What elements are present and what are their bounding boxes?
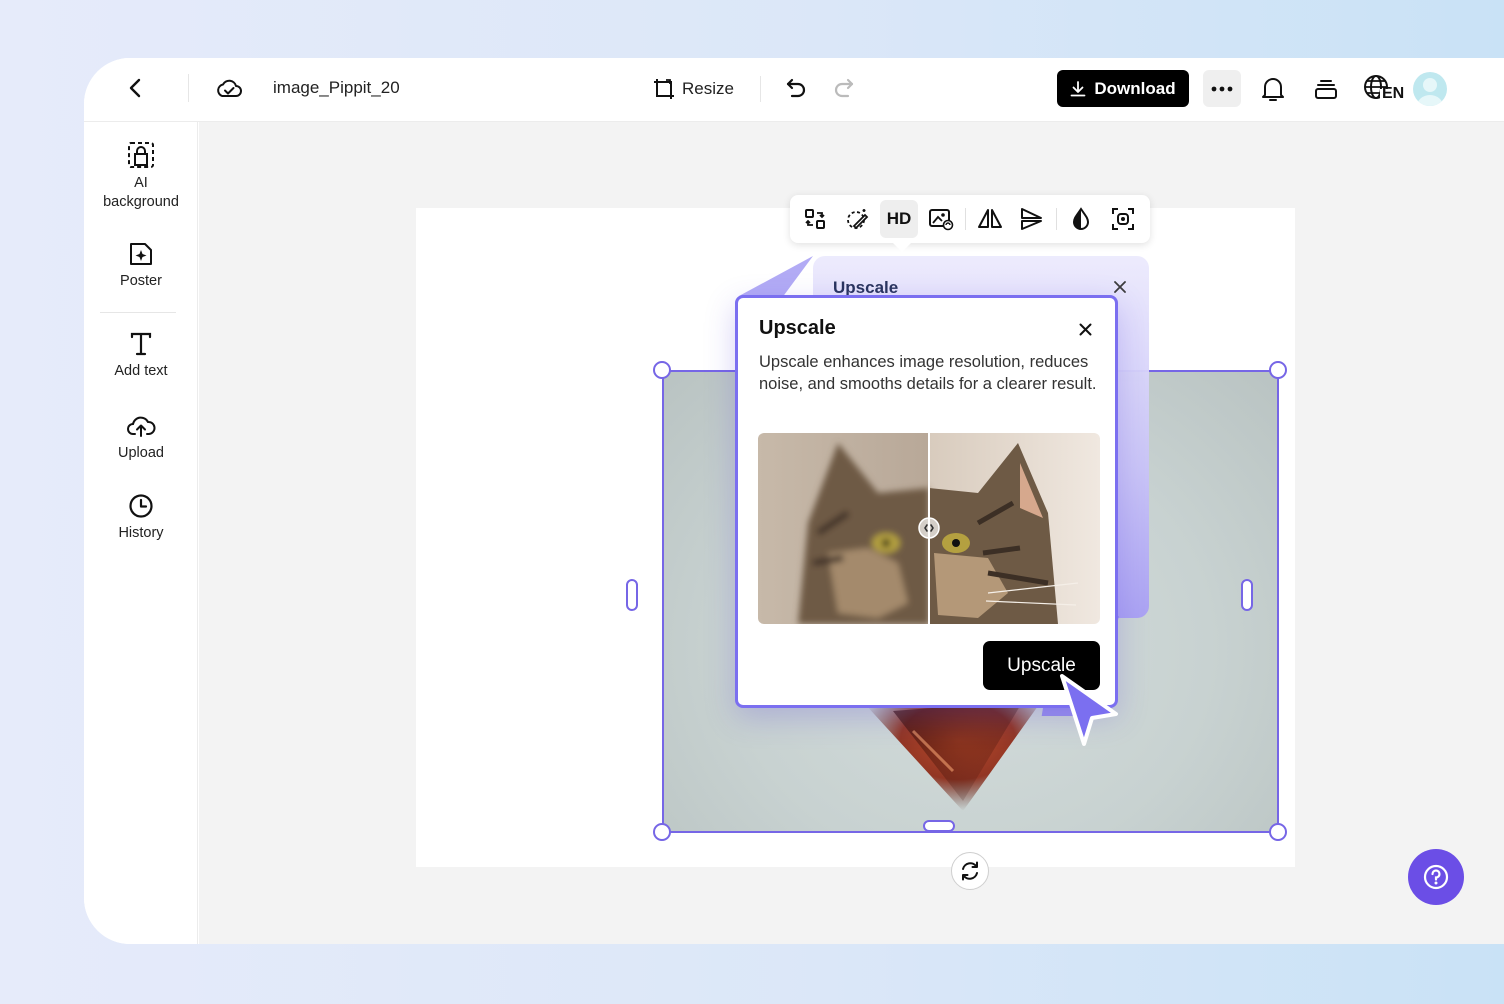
- hd-icon[interactable]: HD: [880, 200, 918, 238]
- resize-button[interactable]: Resize: [652, 74, 734, 104]
- toolbar-separator: [965, 208, 966, 230]
- crop-focus-icon[interactable]: [1104, 200, 1142, 238]
- flip-vertical-icon[interactable]: [1013, 200, 1051, 238]
- text-icon: [130, 332, 152, 356]
- left-sidebar: AI background Poster Add text Upload His…: [84, 122, 198, 944]
- sidebar-item-label: AI background: [103, 175, 179, 210]
- resize-handle-left[interactable]: [626, 579, 638, 611]
- replace-icon[interactable]: [796, 200, 834, 238]
- sidebar-item-label: Poster: [120, 273, 162, 289]
- magic-eraser-icon[interactable]: [838, 200, 876, 238]
- sidebar-divider: [100, 312, 176, 313]
- sidebar-item-history[interactable]: History: [84, 492, 198, 543]
- sidebar-item-add-text[interactable]: Add text: [84, 330, 198, 381]
- file-name[interactable]: image_Pippit_20: [273, 78, 400, 98]
- bell-icon[interactable]: [1256, 72, 1290, 106]
- toolbar-separator: [1056, 208, 1057, 230]
- globe-language-icon[interactable]: EN: [1362, 70, 1405, 108]
- download-label: Download: [1094, 78, 1176, 98]
- close-icon[interactable]: [1072, 316, 1098, 342]
- before-after-preview[interactable]: [758, 433, 1100, 624]
- download-button[interactable]: Download: [1057, 70, 1189, 107]
- popup-title: Upscale: [759, 317, 836, 339]
- resize-handle-top-right[interactable]: [1269, 361, 1287, 379]
- sidebar-item-poster[interactable]: Poster: [84, 240, 198, 291]
- sidebar-item-label: Upload: [118, 445, 164, 461]
- upscale-button[interactable]: Upscale: [983, 641, 1100, 690]
- upscale-popup: Upscale Upscale enhances image resolutio…: [735, 295, 1118, 708]
- rotate-icon[interactable]: [951, 852, 989, 890]
- undo-icon[interactable]: [780, 72, 812, 104]
- user-avatar-icon[interactable]: [1413, 72, 1447, 106]
- image-edit-icon[interactable]: [922, 200, 960, 238]
- resize-icon: [654, 79, 674, 99]
- sidebar-item-upload[interactable]: Upload: [84, 412, 198, 463]
- canvas-workspace: HD Upscale Upscale Upscale enhances imag…: [199, 122, 1504, 944]
- cloud-upload-icon: [127, 416, 156, 437]
- resize-handle-bottom-right[interactable]: [1269, 823, 1287, 841]
- more-dots-icon[interactable]: [1203, 70, 1241, 107]
- opacity-icon[interactable]: [1062, 200, 1100, 238]
- topbar-divider: [188, 74, 189, 102]
- image-toolbar: HD: [790, 195, 1150, 243]
- topbar-divider-2: [760, 76, 761, 102]
- download-icon: [1070, 80, 1086, 96]
- sidebar-item-label: History: [118, 525, 164, 541]
- cloud-sync-icon[interactable]: [212, 72, 246, 106]
- ai-background-icon: [128, 142, 154, 168]
- popup-description: Upscale enhances image resolution, reduc…: [759, 353, 1097, 393]
- sidebar-item-label: Add text: [114, 363, 168, 379]
- language-code: EN: [1382, 85, 1405, 102]
- editor-window: image_Pippit_20 Resize Download EN AI ba…: [84, 58, 1504, 944]
- hd-label: HD: [886, 209, 912, 228]
- layers-icon[interactable]: [1309, 72, 1343, 106]
- flip-horizontal-icon[interactable]: [971, 200, 1009, 238]
- toolbar-caret: [893, 243, 911, 252]
- chevron-left-icon[interactable]: [120, 72, 152, 104]
- resize-handle-bottom[interactable]: [923, 820, 955, 832]
- resize-label: Resize: [682, 79, 734, 98]
- resize-handle-top-left[interactable]: [653, 361, 671, 379]
- resize-handle-bottom-left[interactable]: [653, 823, 671, 841]
- sidebar-item-ai-background[interactable]: AI background: [84, 140, 198, 212]
- clock-icon: [129, 494, 153, 518]
- help-icon[interactable]: [1408, 849, 1464, 905]
- resize-handle-right[interactable]: [1241, 579, 1253, 611]
- redo-icon[interactable]: [828, 72, 860, 104]
- poster-icon: [130, 243, 152, 265]
- top-bar: image_Pippit_20 Resize Download EN: [84, 58, 1504, 122]
